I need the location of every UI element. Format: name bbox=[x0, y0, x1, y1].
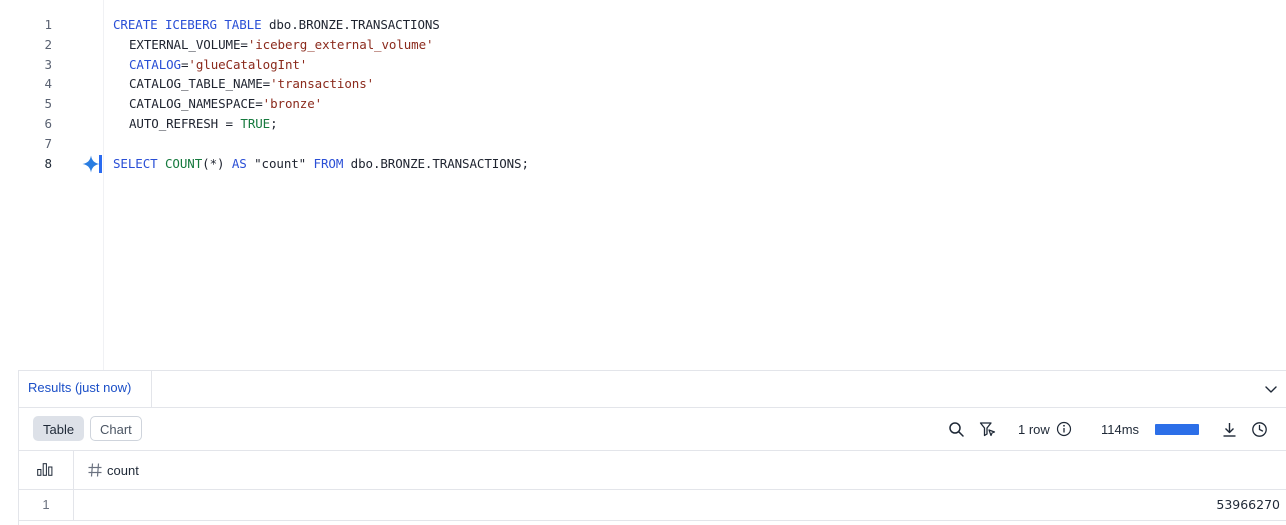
table-view-button[interactable]: Table bbox=[33, 416, 85, 441]
code-function: COUNT bbox=[165, 156, 203, 171]
column-header-count[interactable]: count bbox=[107, 463, 139, 478]
code-boolean: TRUE bbox=[240, 116, 271, 131]
row-count-label: 1 row bbox=[1018, 422, 1050, 437]
line-number: 8 bbox=[44, 156, 52, 171]
code-identifier: AUTO_REFRESH = bbox=[129, 116, 241, 131]
code-keyword: CATALOG bbox=[129, 57, 181, 72]
code-identifier: EXTERNAL_VOLUME= bbox=[129, 37, 248, 52]
count-cell[interactable]: 53966270 bbox=[1216, 490, 1280, 520]
code-line-1[interactable]: 1 CREATE ICEBERG TABLE dbo.BRONZE.TRANSA… bbox=[0, 15, 1286, 35]
results-tab[interactable]: Results (just now) bbox=[19, 371, 152, 407]
code-string: 'iceberg_external_volume' bbox=[247, 37, 434, 52]
line-number: 4 bbox=[44, 76, 52, 91]
column-stats-icon[interactable] bbox=[37, 463, 53, 476]
info-icon[interactable] bbox=[1056, 421, 1072, 437]
code-line-4[interactable]: 4 CATALOG_TABLE_NAME='transactions' bbox=[0, 74, 1286, 94]
code-string: 'bronze' bbox=[262, 96, 323, 111]
sql-editor[interactable]: 1 CREATE ICEBERG TABLE dbo.BRONZE.TRANSA… bbox=[0, 0, 1286, 370]
code-punctuation: ; bbox=[270, 116, 278, 131]
code-identifier: dbo.BRONZE.TRANSACTIONS; bbox=[343, 156, 529, 171]
code-identifier: CATALOG_NAMESPACE= bbox=[129, 96, 263, 111]
line-number: 5 bbox=[44, 96, 52, 111]
results-toolbar: Table Chart 1 row 114ms bbox=[19, 408, 1286, 451]
code-punctuation: (*) bbox=[202, 156, 232, 171]
line-number: 6 bbox=[44, 116, 52, 131]
clock-icon[interactable] bbox=[1251, 421, 1268, 438]
filter-cursor-icon[interactable] bbox=[979, 421, 996, 438]
chart-view-button[interactable]: Chart bbox=[90, 416, 142, 441]
line-number: 3 bbox=[44, 57, 52, 72]
line-number: 7 bbox=[44, 136, 52, 151]
search-icon[interactable] bbox=[948, 421, 965, 438]
line-number: 2 bbox=[44, 37, 52, 52]
table-row[interactable]: 1 53966270 bbox=[19, 490, 1286, 521]
query-timing-label: 114ms bbox=[1101, 422, 1140, 437]
code-line-7[interactable]: 7 bbox=[0, 134, 1286, 154]
code-identifier: dbo.BRONZE.TRANSACTIONS bbox=[261, 17, 440, 32]
code-line-6[interactable]: 6 AUTO_REFRESH = TRUE; bbox=[0, 114, 1286, 134]
row-index: 1 bbox=[19, 490, 74, 520]
active-line-marker bbox=[99, 155, 102, 173]
code-quoted-identifier: "count" bbox=[246, 156, 314, 171]
code-keyword: FROM bbox=[313, 156, 344, 171]
code-string: 'glueCatalogInt' bbox=[188, 57, 308, 72]
timing-progress-bar bbox=[1155, 424, 1199, 435]
code-identifier: CATALOG_TABLE_NAME= bbox=[129, 76, 271, 91]
code-string: 'transactions' bbox=[270, 76, 375, 91]
code-line-3[interactable]: 3 CATALOG='glueCatalogInt' bbox=[0, 55, 1286, 75]
code-keyword: SELECT bbox=[113, 156, 158, 171]
code-line-5[interactable]: 5 CATALOG_NAMESPACE='bronze' bbox=[0, 94, 1286, 114]
grid-header-row: count bbox=[19, 451, 1286, 490]
download-icon[interactable] bbox=[1221, 421, 1238, 438]
code-line-8[interactable]: 8 SELECT COUNT(*) AS "count" FROM dbo.BR… bbox=[0, 154, 1286, 174]
chevron-down-icon[interactable] bbox=[1263, 381, 1279, 397]
code-keyword: AS bbox=[231, 156, 247, 171]
results-header: Results (just now) bbox=[19, 371, 1286, 408]
row-index-header[interactable] bbox=[19, 451, 74, 489]
hash-icon bbox=[88, 463, 102, 477]
results-panel: Results (just now) Table Chart 1 row 114… bbox=[18, 370, 1286, 525]
sparkle-icon[interactable] bbox=[82, 155, 100, 173]
line-number: 1 bbox=[44, 17, 52, 32]
code-line-2[interactable]: 2 EXTERNAL_VOLUME='iceberg_external_volu… bbox=[0, 35, 1286, 55]
code-keyword: CREATE ICEBERG TABLE bbox=[113, 17, 262, 32]
